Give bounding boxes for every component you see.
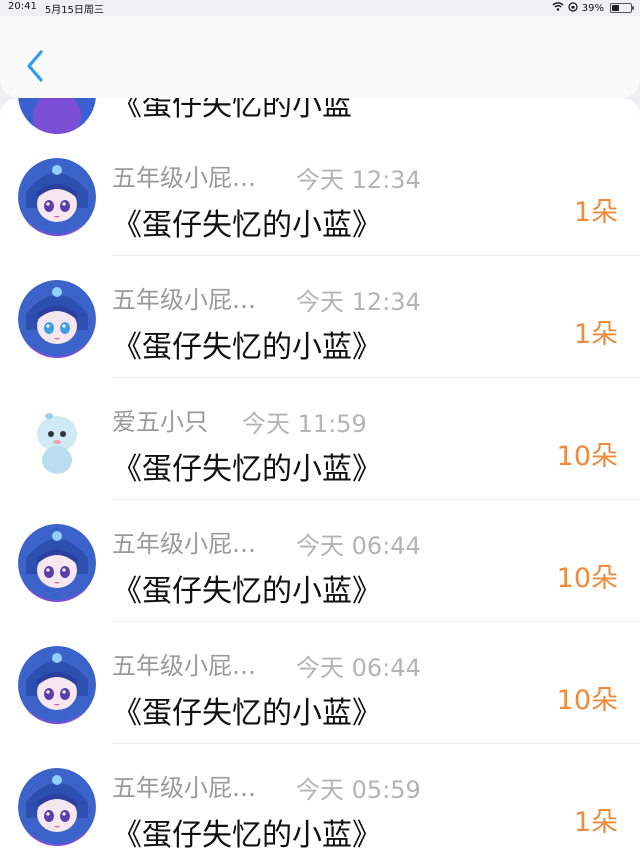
orientation-lock-icon xyxy=(568,1,578,15)
list-item[interactable]: 五年级小屁… 今天 12:34 《蛋仔失忆的小蓝》 1朵 xyxy=(0,256,640,378)
flower-count: 1朵 xyxy=(573,807,618,838)
message-text: 《蛋仔失忆的小蓝》 xyxy=(112,330,382,365)
blue-hood-avatar xyxy=(18,280,96,358)
message-text: 《蛋仔失忆的小蓝》 xyxy=(112,818,382,853)
flower-count: 10朵 xyxy=(556,563,618,594)
timestamp: 今天 12:34 xyxy=(296,288,421,316)
message-text: 《蛋仔失忆的小蓝》 xyxy=(112,574,382,609)
timestamp: 今天 06:44 xyxy=(296,654,421,682)
flower-count: 1朵 xyxy=(573,319,618,350)
chevron-left-icon xyxy=(27,50,43,82)
timestamp: 今天 06:44 xyxy=(296,532,421,560)
message-text: 《蛋仔失忆的小蓝》 xyxy=(112,696,382,731)
timestamp: 今天 11:59 xyxy=(242,410,367,438)
sender-name: 爱五小只 xyxy=(112,408,208,436)
flower-count: 10朵 xyxy=(556,441,618,472)
battery-icon xyxy=(610,3,634,13)
message-text: 《蛋仔失忆的小蓝》 xyxy=(112,208,382,243)
white-mascot-avatar xyxy=(18,402,96,480)
message-text: 《蛋仔失忆的小蓝》 xyxy=(112,452,382,487)
back-button[interactable] xyxy=(20,46,50,86)
avatar xyxy=(18,98,96,134)
list-item[interactable]: 五年级小屁… 今天 12:34 《蛋仔失忆的小蓝》 1朵 xyxy=(0,134,640,256)
sender-name: 五年级小屁… xyxy=(112,652,256,680)
partial-message: 《蛋仔失忆的小蓝 xyxy=(112,98,352,123)
sender-name: 五年级小屁… xyxy=(112,164,256,192)
status-bar: 20:41 5月15日周三 39% xyxy=(0,0,640,16)
flower-count: 10朵 xyxy=(556,685,618,716)
battery-percent: 39% xyxy=(581,2,604,14)
blue-hood-avatar xyxy=(18,646,96,724)
sender-name: 五年级小屁… xyxy=(112,530,256,558)
timestamp: 今天 05:59 xyxy=(296,776,421,804)
blue-hood-avatar xyxy=(18,524,96,602)
wifi-icon xyxy=(552,2,564,14)
sender-name: 五年级小屁… xyxy=(112,286,256,314)
list-item-partial[interactable]: 《蛋仔失忆的小蓝 xyxy=(0,98,640,136)
status-time: 20:41 xyxy=(8,0,37,12)
list-item[interactable]: 五年级小屁… 今天 05:59 《蛋仔失忆的小蓝》 1朵 xyxy=(0,744,640,858)
blue-hood-avatar xyxy=(18,158,96,236)
flower-count: 1朵 xyxy=(573,197,618,228)
list-item[interactable]: 五年级小屁… 今天 06:44 《蛋仔失忆的小蓝》 10朵 xyxy=(0,622,640,744)
list-item[interactable]: 五年级小屁… 今天 06:44 《蛋仔失忆的小蓝》 10朵 xyxy=(0,500,640,622)
list-item[interactable]: 爱五小只 今天 11:59 《蛋仔失忆的小蓝》 10朵 xyxy=(0,378,640,500)
gift-record-list: 《蛋仔失忆的小蓝 五年级小屁… 今天 12:34 《蛋仔失忆的小蓝》 1朵 五年… xyxy=(0,98,640,858)
sender-name: 五年级小屁… xyxy=(112,774,256,802)
timestamp: 今天 12:34 xyxy=(296,166,421,194)
nav-bar xyxy=(0,16,640,98)
blue-hood-avatar xyxy=(18,768,96,846)
status-date: 5月15日周三 xyxy=(44,4,104,16)
